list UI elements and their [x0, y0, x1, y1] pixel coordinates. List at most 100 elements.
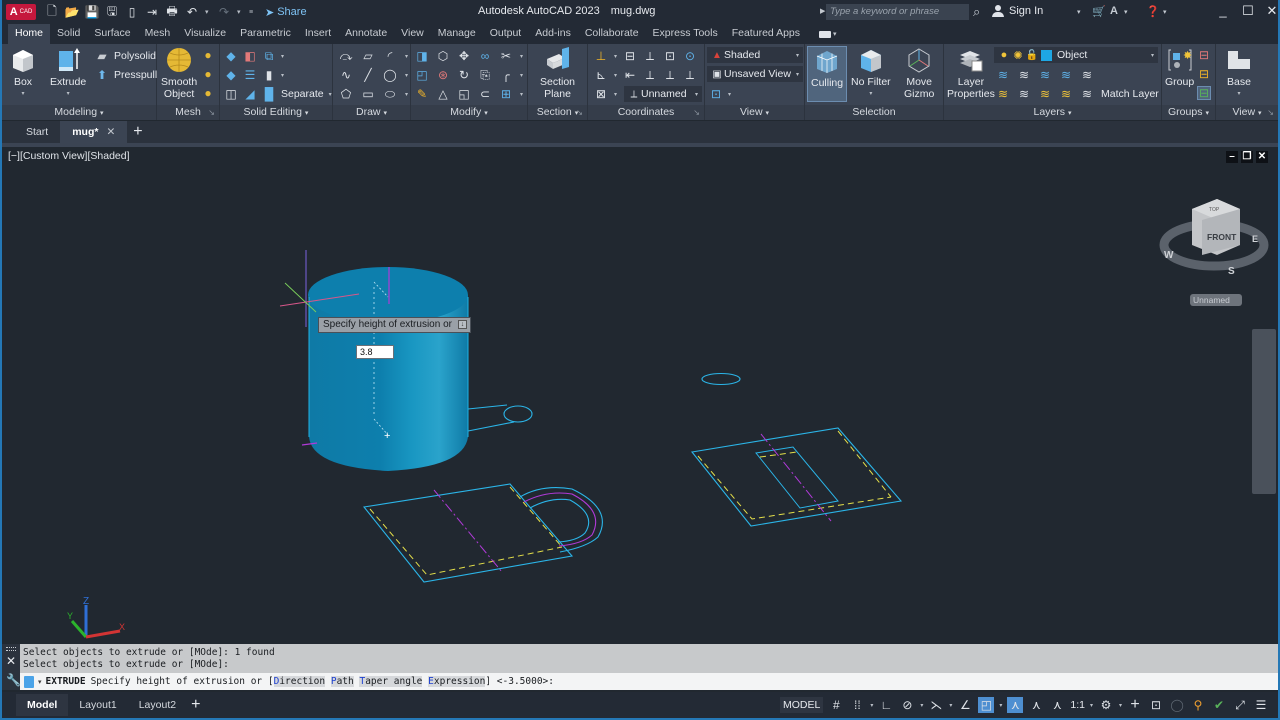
section-plane-button[interactable]: Section Plane [540, 47, 575, 100]
auto-scale-icon[interactable]: ⋏ [1028, 697, 1044, 713]
ribbon-tab-output[interactable]: Output [483, 24, 529, 44]
layer-unlock-icon[interactable]: ≋ [1059, 87, 1073, 101]
ucs-z-icon[interactable]: ⟂ [663, 68, 677, 82]
polysolid-button[interactable]: ▰ Polysolid [95, 49, 156, 63]
ribbon-tab-mesh[interactable]: Mesh [138, 24, 178, 44]
fullscreen-icon[interactable]: ⤢ [1232, 697, 1248, 713]
option-path[interactable]: Path [330, 676, 354, 687]
minimize-button[interactable]: _ [1214, 3, 1232, 21]
down-arrow-icon[interactable]: ↓ [458, 320, 467, 329]
smooth-more-icon[interactable]: ● [201, 48, 215, 62]
save-icon[interactable]: 💾 [85, 5, 100, 19]
panel-mesh-title[interactable]: Mesh ↘ [157, 105, 219, 120]
mirror-icon[interactable]: ◨ [415, 49, 429, 63]
ribbon-tab-express-tools[interactable]: Express Tools [646, 24, 725, 44]
shell-icon[interactable]: ◫ [224, 87, 238, 101]
chevron-down-icon[interactable]: ▾ [614, 72, 617, 79]
isolate-objects-icon[interactable]: ⊡ [1148, 697, 1164, 713]
3d-array-icon[interactable]: ⊛ [436, 68, 450, 82]
drawing-viewport[interactable]: [−][Custom View][Shaded] – ❐ ✕ + FRONT T… [2, 147, 1278, 644]
doc-tab-start[interactable]: Start [14, 121, 60, 143]
ucs-face-icon[interactable]: ⊠ [594, 87, 608, 101]
intersect-icon[interactable]: ◆ [224, 68, 238, 82]
app-menu-button[interactable]: A CAD [6, 4, 36, 20]
annotation-scale-value[interactable]: 1:1 [1070, 699, 1085, 711]
doc-tab-mug[interactable]: mug* ✕ [60, 121, 128, 143]
base-dropdown-icon[interactable]: ▾ [1237, 88, 1240, 100]
chevron-down-icon[interactable]: ▾ [999, 702, 1002, 709]
layer-isolate-icon[interactable]: ≋ [1017, 68, 1031, 82]
layer-lock-icon[interactable]: ≋ [1059, 68, 1073, 82]
panel-modify-title[interactable]: Modify ▾ [411, 105, 527, 120]
line-icon[interactable]: ╱ [361, 68, 375, 82]
ucs-icon[interactable]: ⊥ [594, 49, 608, 63]
ribbon-tab-view[interactable]: View [394, 24, 431, 44]
handle-profile[interactable] [467, 404, 533, 432]
ribbon-tab-add-ins[interactable]: Add-ins [528, 24, 578, 44]
stretch-icon[interactable]: ⎘ [478, 68, 492, 82]
panel-modeling-title[interactable]: Modeling ▾ [2, 105, 156, 120]
ucs-menu[interactable]: Unnamed [1190, 294, 1242, 306]
viewcube-top-label[interactable]: TOP [1209, 207, 1220, 213]
ucs-object-icon[interactable]: ⊙ [683, 49, 697, 63]
sign-in-button[interactable]: Sign In [992, 5, 1043, 17]
box-button[interactable]: Box ▾ [10, 47, 36, 100]
dialog-launcher-icon[interactable]: ↘ [693, 105, 700, 120]
panel-section-title[interactable]: Section ▾ ↘ [528, 105, 587, 120]
workspace-gear-icon[interactable]: ⚙ [1098, 697, 1114, 713]
copy-icon[interactable]: ∞ [478, 49, 492, 63]
match-layer-icon[interactable]: ≋ [1080, 87, 1094, 101]
separate-button[interactable]: ◫ ◢ ▐▌ Separate ▾ [224, 87, 332, 101]
ribbon-tab-collaborate[interactable]: Collaborate [578, 24, 646, 44]
extrusion-height-input[interactable]: 3.8 [356, 345, 394, 359]
ucs-origin-icon[interactable]: ⊾ [594, 68, 608, 82]
model-space-toggle[interactable]: MODEL [780, 697, 824, 713]
spline-icon[interactable]: ∿ [339, 68, 353, 82]
group-button[interactable]: ✸ Group [1165, 47, 1194, 88]
fillet-edge-icon[interactable]: ◢ [243, 87, 257, 101]
circle-icon[interactable]: ◯ [383, 68, 397, 82]
extrude-button[interactable]: Extrude ▾ [50, 47, 86, 100]
panel-draw-title[interactable]: Draw ▾ [333, 105, 410, 120]
chevron-down-icon[interactable]: ▾ [520, 53, 523, 60]
handle-side-profile[interactable] [362, 483, 603, 583]
chevron-down-icon[interactable]: ▾ [281, 53, 284, 60]
chevron-down-icon[interactable]: ▾ [520, 72, 523, 79]
panel-coordinates-title[interactable]: Coordinates ↘ [588, 105, 704, 120]
move-gizmo-button[interactable]: Move Gizmo [904, 47, 934, 100]
chevron-down-icon[interactable]: ▾ [405, 72, 408, 79]
subtract-icon[interactable]: ◧ [243, 49, 257, 63]
layer-thaw-icon[interactable]: ≋ [1038, 87, 1052, 101]
customization-menu-icon[interactable]: ☰ [1253, 697, 1269, 713]
layout-tab-model[interactable]: Model [16, 694, 69, 716]
chevron-down-icon[interactable]: ▾ [614, 91, 617, 98]
polygon-icon[interactable]: ⬠ [339, 87, 353, 101]
search-expand-icon[interactable]: ▶ [820, 7, 825, 15]
panel-view-title[interactable]: View ▾ [705, 105, 804, 120]
option-expression[interactable]: Expression [428, 676, 486, 687]
clean-screen-check-icon[interactable]: ✔ [1211, 697, 1227, 713]
dialog-launcher-icon[interactable]: ↘ [576, 105, 583, 120]
named-view-combo[interactable]: ▣ Unsaved View ▾ [707, 66, 803, 82]
ribbon-tab-parametric[interactable]: Parametric [233, 24, 298, 44]
undo-dropdown-icon[interactable]: ▾ [205, 8, 211, 16]
drag-handle-icon[interactable] [6, 647, 16, 651]
chevron-down-icon[interactable]: ▾ [949, 702, 952, 709]
object-snap-tracking-icon[interactable]: ∠ [957, 697, 973, 713]
panel-layers-title[interactable]: Layers ▾ [944, 105, 1161, 120]
chevron-down-icon[interactable]: ▾ [920, 702, 923, 709]
ucs-previous-icon[interactable]: ⇤ [623, 68, 637, 82]
close-icon[interactable]: ✕ [6, 654, 16, 668]
sign-in-dropdown-icon[interactable]: ▾ [1077, 8, 1081, 16]
snap-icon[interactable]: ⁞⁞ [849, 697, 865, 713]
chevron-down-icon[interactable]: ▾ [405, 91, 408, 98]
smooth-object-button[interactable]: Smooth Object [161, 47, 197, 100]
help-dropdown-icon[interactable]: ▾ [1163, 8, 1167, 16]
close-icon[interactable]: ✕ [106, 126, 115, 138]
dialog-launcher-icon[interactable]: ↘ [1267, 105, 1274, 120]
save-to-web-icon[interactable]: ⇥ [145, 5, 159, 19]
maximize-button[interactable]: ☐ [1239, 3, 1257, 21]
chevron-down-icon[interactable]: ▾ [329, 91, 332, 98]
customize-wrench-icon[interactable]: 🔧 [6, 673, 21, 687]
chevron-down-icon[interactable]: ▾ [281, 72, 284, 79]
